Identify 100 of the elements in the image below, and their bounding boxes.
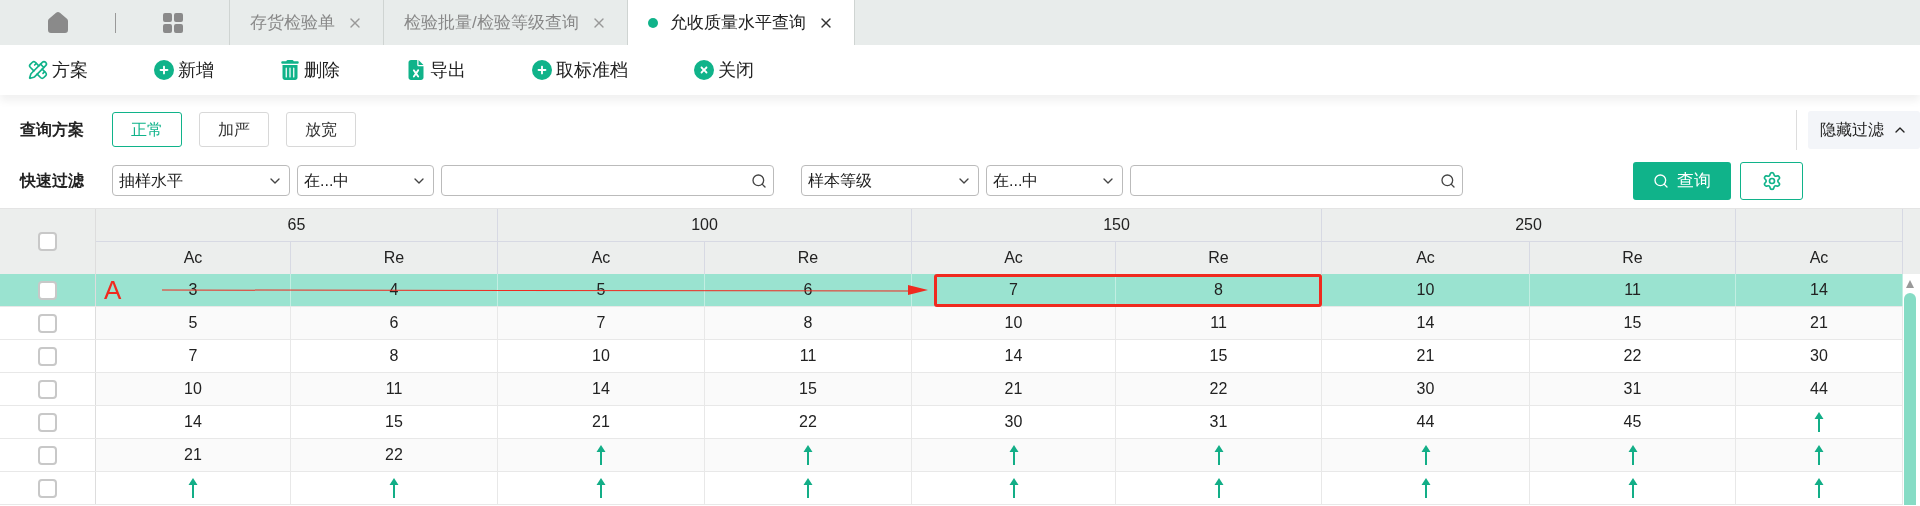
field-select[interactable]: 抽样水平 bbox=[112, 165, 290, 196]
table-cell-text: 21 bbox=[1416, 346, 1435, 366]
up-arrow-icon bbox=[188, 477, 198, 499]
checkbox[interactable] bbox=[38, 280, 57, 300]
tab-label: 检验批量/检验等级查询 bbox=[404, 11, 579, 34]
operator-select[interactable]: 在...中 bbox=[297, 165, 434, 196]
checkbox[interactable] bbox=[38, 478, 57, 498]
scheme-option[interactable]: 加严 bbox=[199, 112, 269, 147]
table-cell-text: 21 bbox=[1810, 313, 1828, 333]
column-header: Ac bbox=[183, 248, 203, 268]
up-arrow-icon bbox=[803, 477, 813, 499]
table-row[interactable]: 5 6 7 8 10 11 14 15 21 bbox=[0, 307, 1903, 340]
settings-icon bbox=[1761, 170, 1782, 191]
table-cell-text: 14 bbox=[592, 379, 610, 399]
checkbox[interactable] bbox=[38, 412, 57, 432]
table-cell-text: 8 bbox=[1214, 280, 1223, 300]
table-cell-text: 21 bbox=[592, 412, 610, 432]
table-cell-text: 15 bbox=[1623, 313, 1642, 333]
table-cell-text: 15 bbox=[799, 379, 817, 399]
column-header: Re bbox=[383, 248, 405, 268]
table-cell-text: 14 bbox=[1416, 313, 1435, 333]
up-arrow-icon bbox=[596, 444, 606, 466]
table-cell-text: 22 bbox=[385, 445, 403, 465]
table-cell-text: 30 bbox=[1004, 412, 1023, 432]
table-cell-text: 31 bbox=[1623, 379, 1642, 399]
table-cell-text: 30 bbox=[1810, 346, 1828, 366]
table-cell-text: 8 bbox=[389, 346, 399, 366]
up-arrow-icon bbox=[1814, 411, 1824, 433]
grid-icon[interactable] bbox=[160, 10, 185, 35]
toolbar-button[interactable]: 导出 bbox=[406, 56, 496, 84]
table-cell-text: 6 bbox=[389, 313, 399, 333]
group-header: 65 bbox=[287, 215, 306, 235]
scroll-up-icon[interactable] bbox=[1905, 279, 1915, 289]
column-header: Ac bbox=[591, 248, 611, 268]
table-cell-text: 10 bbox=[592, 346, 610, 366]
toolbar-button[interactable]: 关闭 bbox=[694, 56, 784, 84]
field-select[interactable]: 样本等级 bbox=[801, 165, 979, 196]
tab-label: 存货检验单 bbox=[250, 11, 335, 34]
up-arrow-icon bbox=[1213, 444, 1224, 466]
query-scheme-label: 查询方案 bbox=[20, 119, 85, 140]
value-input-field[interactable] bbox=[441, 165, 774, 196]
up-arrow-icon bbox=[389, 477, 399, 499]
value-input-field[interactable] bbox=[1130, 165, 1463, 196]
table-cell-text: 7 bbox=[596, 313, 606, 333]
checkbox[interactable] bbox=[38, 445, 57, 465]
column-header: Re bbox=[797, 248, 819, 268]
table-cell-text: 11 bbox=[799, 346, 817, 366]
group-header: 150 bbox=[1103, 215, 1130, 235]
operator-select[interactable]: 在...中 bbox=[986, 165, 1123, 196]
table-row[interactable]: 14 15 21 22 30 31 44 45 bbox=[0, 406, 1903, 439]
home-icon[interactable] bbox=[45, 10, 70, 35]
table-cell-text: 22 bbox=[1209, 379, 1228, 399]
toolbar-button[interactable]: 新增 bbox=[154, 56, 244, 84]
checkbox[interactable] bbox=[38, 346, 57, 366]
up-arrow-icon bbox=[1814, 477, 1824, 499]
table-cell-text: 31 bbox=[1209, 412, 1228, 432]
tab-label: 允收质量水平查询 bbox=[669, 11, 806, 34]
hide-filter-button[interactable]: 隐藏过滤 bbox=[1808, 110, 1920, 149]
table-row[interactable]: 10 11 14 15 21 22 30 31 44 bbox=[0, 373, 1903, 406]
search-icon bbox=[1653, 172, 1669, 189]
table-cell-text: 7 bbox=[188, 346, 198, 366]
checkbox[interactable] bbox=[38, 313, 57, 333]
column-header: Ac bbox=[1004, 248, 1023, 268]
scheme-option[interactable]: 放宽 bbox=[286, 112, 356, 147]
table-cell-text: 22 bbox=[799, 412, 817, 432]
toolbar-button[interactable]: 取标准档 bbox=[532, 56, 658, 84]
quick-filter-label: 快速过滤 bbox=[20, 170, 85, 191]
table-cell-text: 21 bbox=[184, 445, 202, 465]
checkbox[interactable] bbox=[38, 232, 57, 251]
column-header: Ac bbox=[1416, 248, 1435, 268]
table-row[interactable]: 7 8 10 11 14 15 21 22 30 bbox=[0, 340, 1903, 373]
up-arrow-icon bbox=[1627, 444, 1638, 466]
table-row[interactable]: 21 22 bbox=[0, 439, 1903, 472]
table-cell-text: 14 bbox=[1004, 346, 1023, 366]
up-arrow-icon bbox=[596, 477, 606, 499]
table-cell-text: 11 bbox=[1210, 313, 1227, 333]
table-row[interactable] bbox=[0, 472, 1903, 505]
table-cell-text: 14 bbox=[184, 412, 202, 432]
toolbar-button[interactable]: 删除 bbox=[280, 56, 370, 84]
table-cell-text: 8 bbox=[803, 313, 813, 333]
column-header: Re bbox=[1622, 248, 1643, 268]
group-header: 100 bbox=[691, 215, 718, 235]
tab[interactable]: 允收质量水平查询 bbox=[626, 0, 855, 45]
table-cell-text: 10 bbox=[184, 379, 202, 399]
toolbar-button[interactable]: 方案 bbox=[28, 56, 118, 84]
table-cell-text: 15 bbox=[385, 412, 403, 432]
table-cell-text: 14 bbox=[1810, 280, 1828, 300]
checkbox[interactable] bbox=[38, 379, 57, 399]
spreadsheet-icon bbox=[406, 60, 426, 80]
search-icon bbox=[751, 172, 767, 189]
table-cell-text: 11 bbox=[385, 379, 403, 399]
up-arrow-icon bbox=[1814, 444, 1824, 466]
scroll-thumb[interactable] bbox=[1904, 293, 1916, 505]
settings-button[interactable] bbox=[1740, 161, 1803, 200]
up-arrow-icon bbox=[1213, 477, 1224, 499]
table-cell-text: 30 bbox=[1416, 379, 1435, 399]
up-arrow-icon bbox=[1008, 444, 1019, 466]
up-arrow-icon bbox=[803, 444, 813, 466]
trash-icon bbox=[280, 60, 300, 80]
up-arrow-icon bbox=[1420, 477, 1431, 499]
